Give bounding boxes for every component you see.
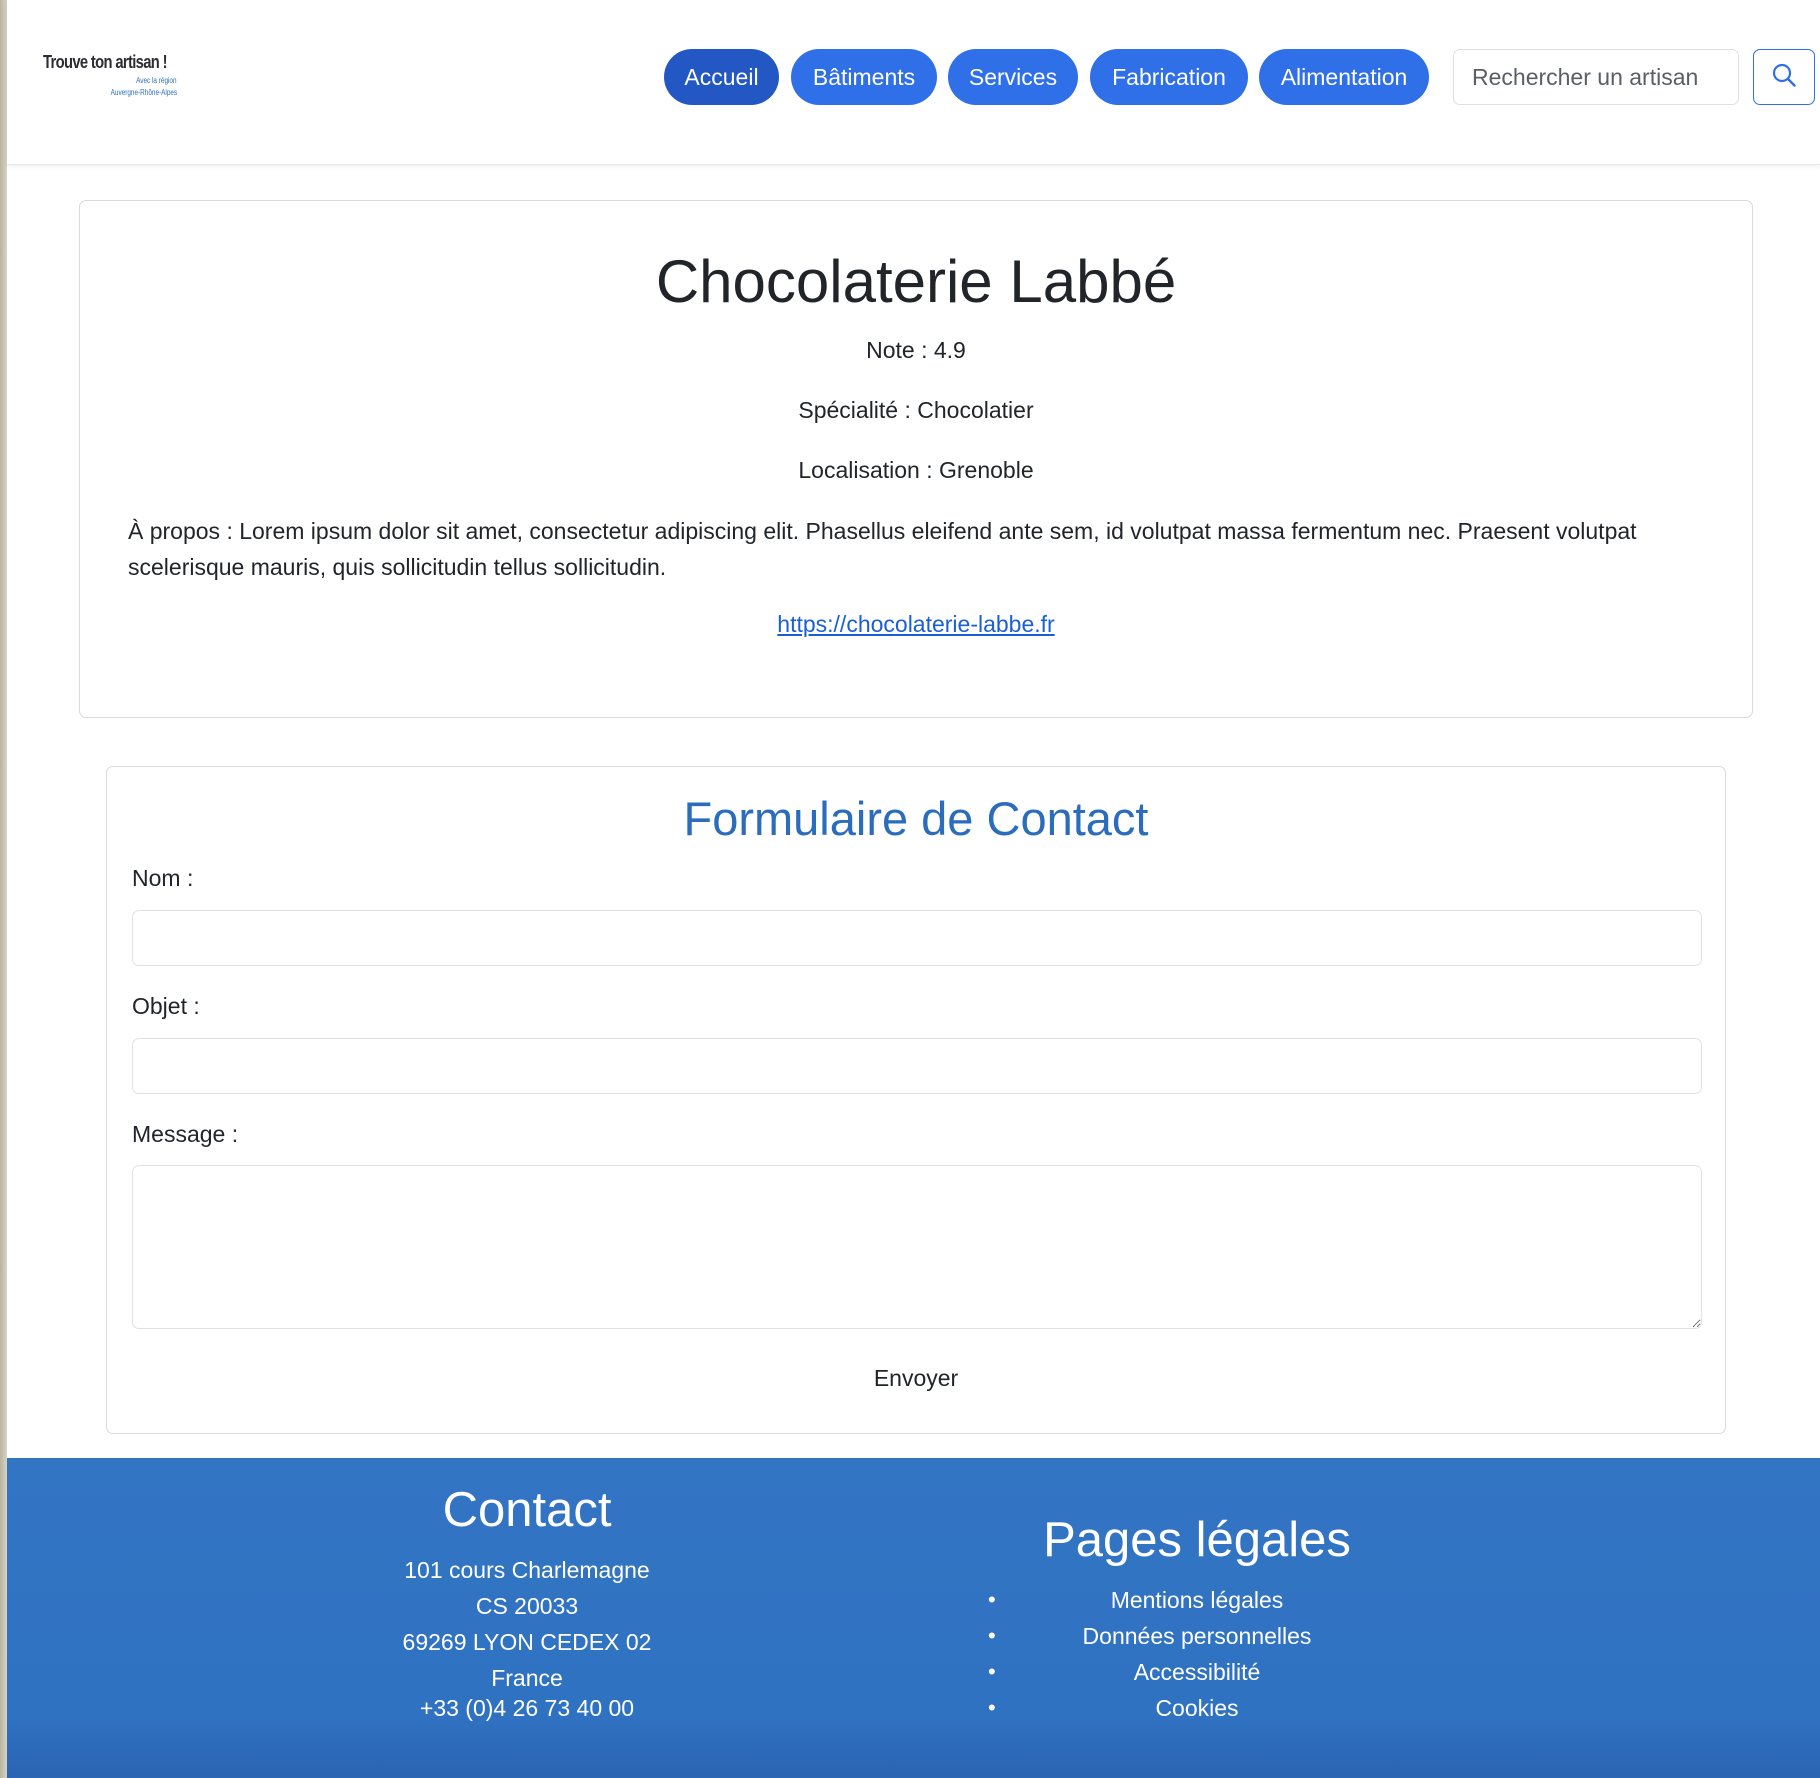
artisan-website-link[interactable]: https://chocolaterie-labbe.fr [777, 611, 1054, 637]
search-input[interactable] [1453, 49, 1739, 105]
link-accessibilite[interactable]: Accessibilité [1134, 1659, 1261, 1685]
logo-subtitle-line1: Avec la région [136, 76, 177, 85]
legal-list-item: • Données personnelles [967, 1618, 1427, 1654]
search-button[interactable] [1753, 49, 1815, 105]
bullet-icon: • [988, 1623, 996, 1648]
legal-list-item: • Cookies [967, 1690, 1427, 1726]
address-line: 101 cours Charlemagne [404, 1557, 650, 1583]
nav-fabrication[interactable]: Fabrication [1090, 49, 1248, 105]
footer-legal-title: Pages légales [1043, 1513, 1351, 1567]
nav-alimentation[interactable]: Alimentation [1259, 49, 1429, 105]
nav-batiments[interactable]: Bâtiments [791, 49, 937, 105]
bullet-icon: • [988, 1587, 996, 1612]
artisan-about: À propos : Lorem ipsum dolor sit amet, c… [128, 518, 1637, 580]
nom-input[interactable] [132, 910, 1702, 966]
footer-contact-title: Contact [442, 1483, 612, 1537]
artisan-website-wrapper: https://chocolaterie-labbe.fr [80, 611, 1752, 638]
logo-title: Trouve ton artisan ! [43, 52, 168, 72]
artisan-note: Note : 4.9 [866, 337, 966, 363]
objet-label: Objet : [132, 993, 200, 1019]
artisan-name: Chocolaterie Labbé [655, 248, 1177, 315]
link-cookies[interactable]: Cookies [1155, 1695, 1238, 1721]
link-mentions-legales[interactable]: Mentions légales [1111, 1587, 1284, 1613]
artisan-card: Chocolaterie Labbé Note : 4.9 Spécialité… [79, 200, 1753, 718]
nav-services[interactable]: Services [948, 49, 1078, 105]
link-donnees-personnelles[interactable]: Données personnelles [1083, 1623, 1312, 1649]
site-footer: Contact 101 cours Charlemagne CS 20033 6… [7, 1458, 1820, 1778]
legal-list-item: • Accessibilité [967, 1654, 1427, 1690]
contact-form: Formulaire de Contact Nom : Objet : Mess… [106, 766, 1726, 1434]
address-line: 69269 LYON CEDEX 02 [402, 1629, 652, 1655]
legal-list-item: • Mentions légales [967, 1582, 1427, 1618]
search-icon [1771, 62, 1797, 93]
message-textarea[interactable] [132, 1165, 1702, 1329]
message-label: Message : [132, 1121, 239, 1147]
bullet-icon: • [988, 1695, 996, 1720]
logo-subtitle-line2: Auvergne-Rhône-Alpes [110, 88, 177, 97]
address-line: CS 20033 [475, 1593, 579, 1619]
site-header: Trouve ton artisan ! Avec la région Auve… [7, 0, 1820, 165]
artisan-localisation: Localisation : Grenoble [798, 457, 1034, 483]
footer-phone: +33 (0)4 26 73 40 00 [419, 1695, 635, 1721]
nom-label: Nom : [132, 865, 194, 891]
nav-accueil[interactable]: Accueil [664, 49, 779, 105]
objet-input[interactable] [132, 1038, 1702, 1094]
site-logo[interactable]: Trouve ton artisan ! Avec la région Auve… [37, 52, 177, 104]
window-edge [0, 0, 7, 1778]
contact-form-title: Formulaire de Contact [683, 792, 1149, 845]
bullet-icon: • [988, 1659, 996, 1684]
legal-links-list: • Mentions légales • Données personnelles … [967, 1582, 1427, 1726]
send-button[interactable]: Envoyer [107, 1365, 1725, 1392]
artisan-specialite: Spécialité : Chocolatier [798, 397, 1034, 423]
